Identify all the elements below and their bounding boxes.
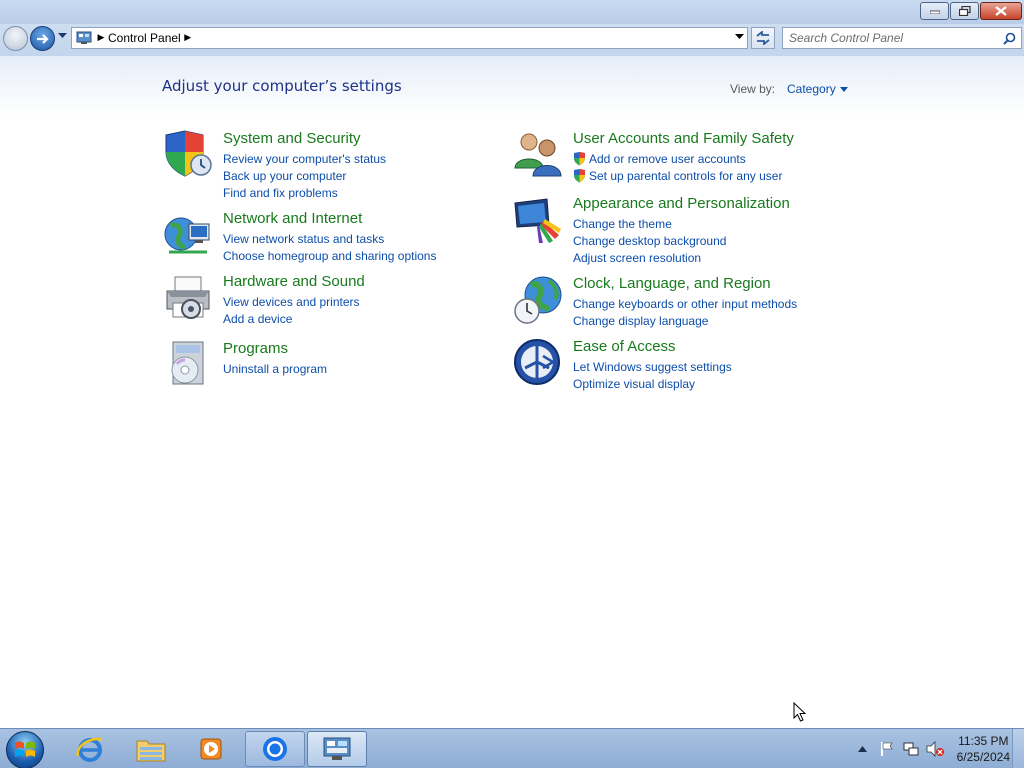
uac-shield-icon <box>574 151 585 165</box>
network-globe-icon <box>164 217 210 254</box>
address-bar[interactable]: ▶ Control Panel ▶ <box>71 27 748 49</box>
volume-muted-icon[interactable] <box>926 740 944 758</box>
category-links: Change keyboards or other input methods … <box>573 295 797 329</box>
mouse-cursor-icon <box>793 702 807 722</box>
address-dropdown-icon[interactable] <box>735 34 744 40</box>
category-title[interactable]: Clock, Language, and Region <box>573 275 771 292</box>
navigation-bar: ▶ Control Panel ▶ <box>0 24 1024 56</box>
link-add-remove-accounts[interactable]: Add or remove user accounts <box>573 150 782 167</box>
category-links: Uninstall a program <box>223 360 327 377</box>
close-icon <box>995 6 1007 16</box>
link-devices-printers[interactable]: View devices and printers <box>223 293 360 310</box>
link-back-up[interactable]: Back up your computer <box>223 167 386 184</box>
link-text: Set up parental controls for any user <box>589 168 783 183</box>
breadcrumb-control-panel[interactable]: Control Panel <box>108 31 181 45</box>
link-suggest-settings[interactable]: Let Windows suggest settings <box>573 358 732 375</box>
refresh-icon <box>756 31 770 45</box>
restore-button[interactable] <box>950 2 979 20</box>
internet-explorer-icon <box>76 737 103 762</box>
category-links: View network status and tasks Choose hom… <box>223 230 436 264</box>
folder-icon <box>136 740 166 762</box>
category-links: Let Windows suggest settings Optimize vi… <box>573 358 732 392</box>
monitor-paint-icon <box>514 198 561 243</box>
link-parental-controls[interactable]: Set up parental controls for any user <box>573 167 782 184</box>
clock-time: 11:35 PM <box>958 734 1009 748</box>
search-input[interactable] <box>789 31 999 45</box>
category-links: Change the theme Change desktop backgrou… <box>573 215 726 266</box>
taskbar-media-player[interactable] <box>181 731 241 767</box>
link-screen-resolution[interactable]: Adjust screen resolution <box>573 249 726 266</box>
link-find-fix-problems[interactable]: Find and fix problems <box>223 184 386 201</box>
link-add-device[interactable]: Add a device <box>223 310 360 327</box>
taskbar-control-panel[interactable] <box>307 731 367 767</box>
printer-icon <box>166 276 210 319</box>
link-optimize-visual[interactable]: Optimize visual display <box>573 375 732 392</box>
system-tray: 11:35 PM 6/25/2024 <box>851 729 1010 768</box>
view-by-value: Category <box>787 82 836 96</box>
taskbar-browser[interactable] <box>245 731 305 767</box>
link-display-language[interactable]: Change display language <box>573 312 797 329</box>
category-title[interactable]: Network and Internet <box>223 210 362 227</box>
view-by-label: View by: <box>730 82 776 96</box>
window-controls <box>919 2 1022 20</box>
control-panel-icon <box>323 737 351 760</box>
chevron-down-icon <box>839 86 848 92</box>
link-review-status[interactable]: Review your computer's status <box>223 150 386 167</box>
arrow-right-icon <box>36 33 49 44</box>
category-title[interactable]: Hardware and Sound <box>223 273 365 290</box>
link-change-theme[interactable]: Change the theme <box>573 215 726 232</box>
shield-icon <box>165 130 212 177</box>
category-title[interactable]: Programs <box>223 340 288 357</box>
control-panel-icon <box>74 29 94 47</box>
restore-icon <box>958 6 971 16</box>
link-homegroup-sharing[interactable]: Choose homegroup and sharing options <box>223 247 436 264</box>
back-button[interactable] <box>3 26 28 51</box>
taskbar-internet-explorer[interactable] <box>60 731 120 767</box>
breadcrumb-separator-icon[interactable]: ▶ <box>181 33 195 43</box>
breadcrumb-separator-icon[interactable]: ▶ <box>94 33 108 43</box>
minimize-button[interactable] <box>920 2 949 20</box>
category-links: Add or remove user accounts Set up paren… <box>573 150 782 184</box>
category-title[interactable]: Appearance and Personalization <box>573 195 790 212</box>
page-title: Adjust your computer’s settings <box>162 77 402 95</box>
network-icon[interactable] <box>902 740 920 758</box>
minimize-icon <box>929 10 940 14</box>
show-desktop-button[interactable] <box>1012 729 1024 768</box>
category-links: Review your computer's status Back up yo… <box>223 150 386 201</box>
category-title[interactable]: Ease of Access <box>573 338 676 355</box>
link-uninstall-program[interactable]: Uninstall a program <box>223 360 327 377</box>
show-hidden-icons-icon[interactable] <box>854 740 872 758</box>
search-icon[interactable] <box>1003 32 1016 45</box>
forward-button[interactable] <box>30 26 55 51</box>
view-by-dropdown[interactable]: Category <box>787 82 848 96</box>
close-button[interactable] <box>980 2 1022 20</box>
search-box[interactable] <box>782 27 1022 49</box>
media-player-icon <box>200 738 222 760</box>
title-bar <box>0 0 1024 24</box>
clock-globe-icon <box>514 276 562 324</box>
clock-date: 6/25/2024 <box>956 750 1010 764</box>
refresh-button[interactable] <box>751 27 775 49</box>
link-text: Add or remove user accounts <box>589 151 746 166</box>
action-center-flag-icon[interactable] <box>878 740 896 758</box>
ease-of-access-icon <box>514 339 560 385</box>
link-desktop-background[interactable]: Change desktop background <box>573 232 726 249</box>
uac-shield-icon <box>574 168 585 182</box>
category-title[interactable]: User Accounts and Family Safety <box>573 130 794 147</box>
start-button[interactable] <box>6 731 44 768</box>
taskbar-file-explorer[interactable] <box>121 731 181 767</box>
recent-pages-dropdown[interactable] <box>58 33 67 39</box>
programs-cd-icon <box>171 341 204 385</box>
windows-logo-icon <box>15 741 35 757</box>
category-links: View devices and printers Add a device <box>223 293 360 327</box>
browser-icon <box>263 737 287 761</box>
taskbar: 11:35 PM 6/25/2024 <box>0 728 1024 768</box>
link-network-status[interactable]: View network status and tasks <box>223 230 436 247</box>
clock[interactable]: 11:35 PM 6/25/2024 <box>957 733 1010 765</box>
category-title[interactable]: System and Security <box>223 130 361 147</box>
users-icon <box>514 133 562 177</box>
link-keyboards-input[interactable]: Change keyboards or other input methods <box>573 295 797 312</box>
header-band <box>0 56 1024 116</box>
